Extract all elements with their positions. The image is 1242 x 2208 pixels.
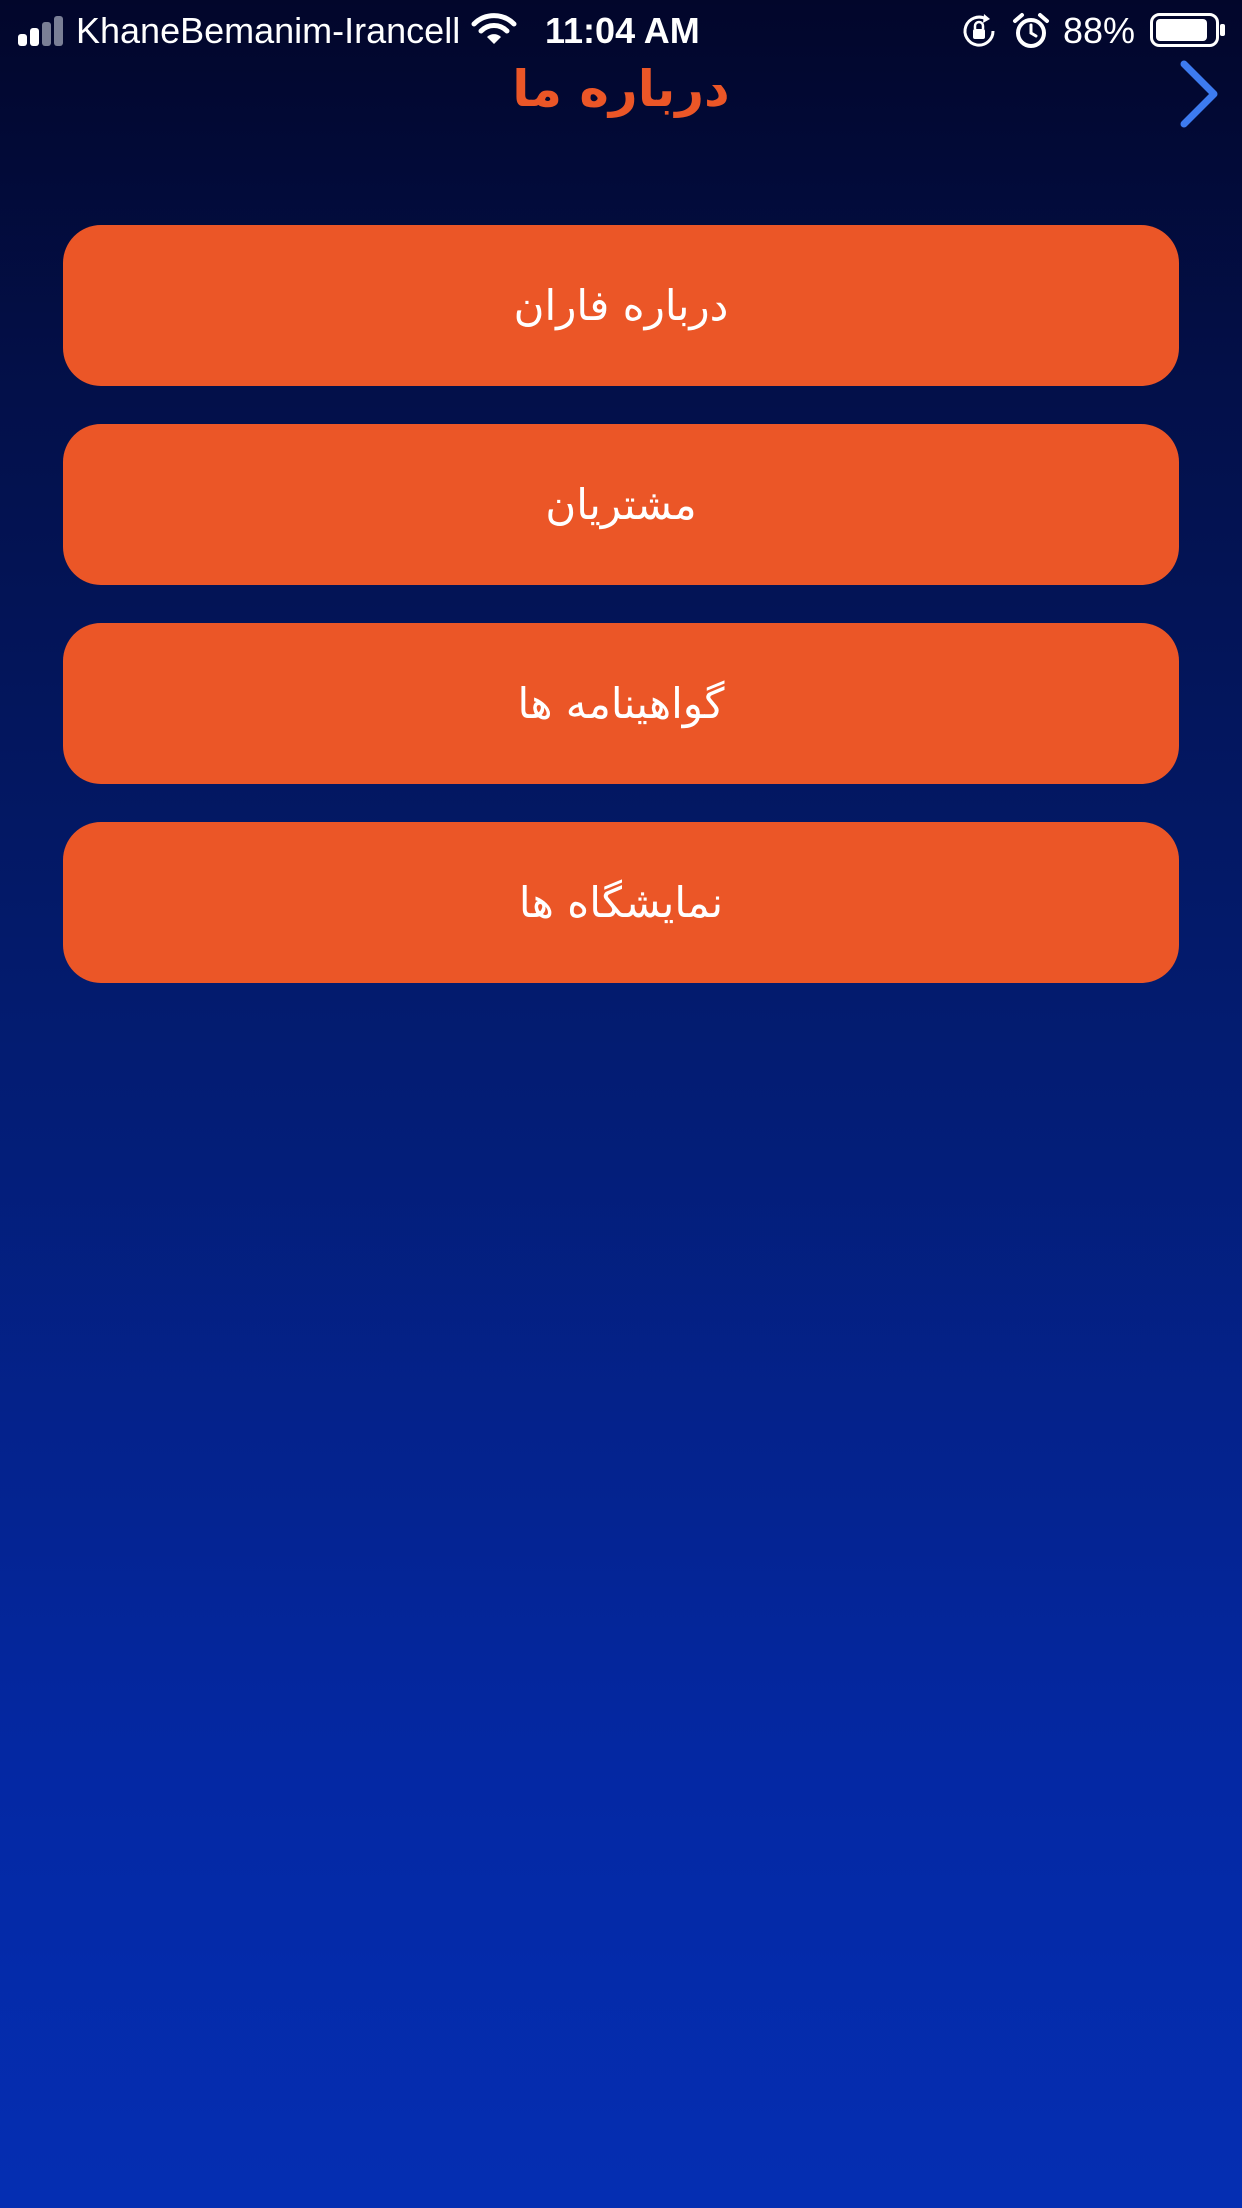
status-time: 11:04 AM: [545, 10, 700, 51]
about-menu: درباره فاران مشتریان گواهینامه ها نمایشگ…: [63, 225, 1179, 1021]
page-title: درباره ما: [512, 60, 730, 118]
menu-item-certificates[interactable]: گواهینامه ها: [63, 623, 1179, 784]
header: درباره ما: [0, 56, 1242, 166]
menu-item-label: نمایشگاه ها: [518, 878, 724, 927]
battery-icon: [1150, 13, 1225, 47]
menu-item-about-faran[interactable]: درباره فاران: [63, 225, 1179, 386]
carrier-name: KhaneBemanim-Irancell: [76, 10, 461, 51]
chevron-right-icon: [1180, 60, 1218, 128]
menu-item-label: گواهینامه ها: [517, 679, 725, 728]
alarm-icon: [1013, 13, 1049, 48]
status-bar: KhaneBemanim-Irancell 11:04 AM 88%: [0, 0, 1242, 62]
signal-strength-icon: [18, 16, 66, 46]
menu-item-label: درباره فاران: [513, 281, 729, 330]
menu-item-exhibitions[interactable]: نمایشگاه ها: [63, 822, 1179, 983]
menu-item-label: مشتریان: [545, 480, 697, 529]
battery-percent: 88%: [1063, 10, 1136, 51]
orientation-lock-icon: [963, 14, 995, 47]
back-button[interactable]: [1168, 56, 1228, 132]
menu-item-customers[interactable]: مشتریان: [63, 424, 1179, 585]
wifi-icon: [471, 13, 517, 44]
